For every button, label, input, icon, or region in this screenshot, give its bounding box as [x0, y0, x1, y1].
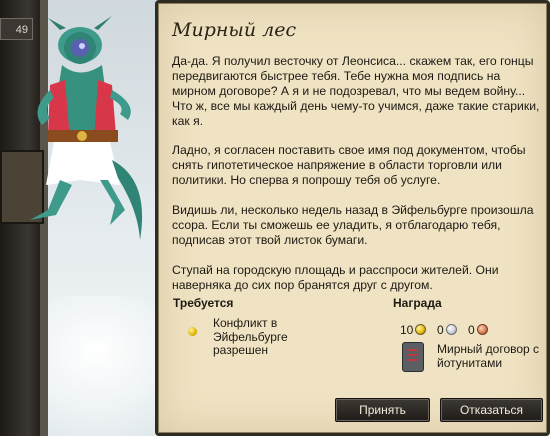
treaty-document-icon[interactable]: [402, 342, 424, 372]
quest-paragraph: Да-да. Я получил весточку от Леонсиса...…: [172, 54, 540, 128]
quest-paragraph: Ступай на городскую площадь и расспроси …: [172, 262, 499, 292]
quest-title: Мирный лес: [172, 19, 297, 41]
copper-amount: 0: [468, 322, 475, 337]
game-scene: 49: [0, 0, 160, 436]
requirement-text: Конфликт в Эйфельбурге разрешен: [213, 316, 288, 357]
copper-coin-icon: [476, 324, 488, 336]
reward-item-text: Мирный договор с йотунитами: [437, 342, 540, 370]
quest-description: Да-да. Я получил весточку от Леонсиса...…: [172, 54, 547, 307]
decline-button[interactable]: Отказаться: [440, 398, 543, 422]
silver-coin-icon: [445, 324, 457, 336]
lizard-npc-portrait: [20, 10, 160, 310]
quest-dialog: Мирный лес Да-да. Я получил весточку от …: [155, 0, 550, 436]
gold-amount: 10: [400, 322, 414, 337]
reward-heading: Награда: [393, 296, 442, 310]
requirements-heading: Требуется: [173, 296, 234, 310]
accept-button[interactable]: Принять: [335, 398, 430, 422]
quest-paragraph: Ладно, я согласен поставить свое имя под…: [172, 143, 526, 188]
gold-coin-icon: [415, 324, 427, 336]
quest-paragraph: Видишь ли, несколько недель назад в Эйфе…: [172, 203, 534, 247]
reward-item[interactable]: Мирный договор с йотунитами: [402, 340, 542, 374]
reward-silver: 0: [437, 322, 457, 337]
objective-bullet-icon: [188, 327, 197, 336]
reward-gold: 10: [400, 322, 427, 337]
silver-amount: 0: [437, 322, 444, 337]
reward-copper: 0: [468, 322, 488, 337]
